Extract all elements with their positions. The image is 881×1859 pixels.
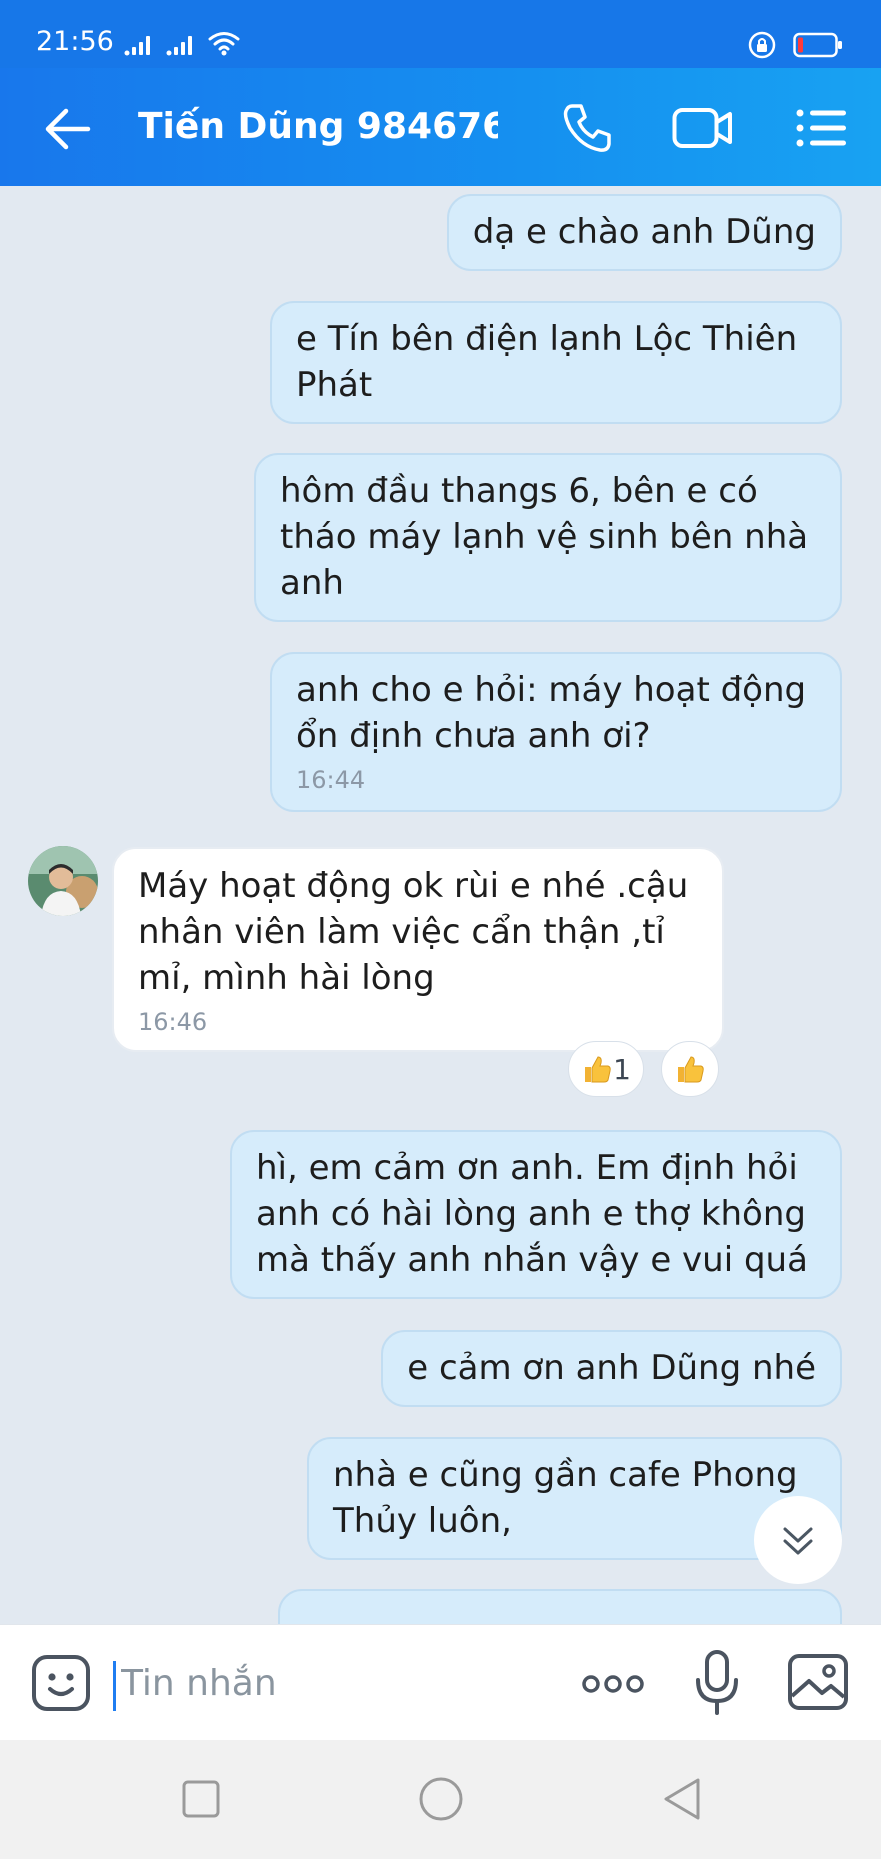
avatar-photo [28, 846, 98, 916]
voice-message-button[interactable] [692, 1649, 742, 1717]
signal-icon [166, 36, 192, 56]
system-navigation-bar [0, 1740, 881, 1859]
signal-icon [124, 36, 150, 56]
wifi-icon [208, 32, 240, 56]
message-text: nhà e cũng gần cafe Phong Thủy luôn, [333, 1455, 798, 1541]
message-text: Máy hoạt động ok rùi e nhé .cậu nhân viê… [138, 866, 689, 998]
square-icon [182, 1780, 220, 1818]
image-icon [788, 1654, 848, 1710]
circle-icon [419, 1777, 463, 1821]
emoji-button[interactable] [30, 1651, 94, 1715]
phone-icon [563, 104, 611, 152]
video-call-button[interactable] [671, 97, 735, 159]
arrow-left-icon [45, 108, 91, 150]
microphone-icon [696, 1650, 738, 1715]
gallery-button[interactable] [787, 1653, 849, 1711]
more-options-button[interactable] [580, 1667, 646, 1701]
status-icons-right [747, 30, 843, 60]
video-camera-icon [672, 108, 732, 148]
three-dots-icon [582, 1675, 644, 1693]
system-back-button[interactable] [650, 1768, 712, 1830]
text-cursor [113, 1661, 116, 1711]
contact-avatar[interactable] [28, 846, 98, 916]
menu-button[interactable] [790, 97, 854, 159]
message-text: hôm đầu thangs 6, bên e có tháo máy lạnh… [280, 471, 809, 603]
list-menu-icon [796, 109, 846, 147]
sticker-face-icon [32, 1655, 90, 1711]
message-composer [0, 1624, 881, 1741]
chat-header: Tiến Dũng 984676... [0, 68, 881, 186]
message-bubble-sent[interactable]: hì, em cảm ơn anh. Em định hỏi anh có hà… [230, 1130, 842, 1299]
message-bubble-sent[interactable]: e Tín bên điện lạnh Lộc Thiên Phát [270, 301, 842, 424]
message-text: e cảm ơn anh Dũng nhé [407, 1348, 816, 1388]
message-time: 16:44 [296, 766, 366, 794]
message-list[interactable]: dạ e chào anh Dũng e Tín bên điện lạnh L… [0, 186, 881, 1624]
message-text: hì, em cảm ơn anh. Em định hỏi anh có hà… [256, 1148, 808, 1280]
message-text: e Tín bên điện lạnh Lộc Thiên Phát [296, 319, 798, 405]
message-bubble-sent[interactable]: e cảm ơn anh Dũng nhé [381, 1330, 842, 1407]
recent-apps-button[interactable] [170, 1768, 232, 1830]
thumbs-up-icon [678, 1056, 704, 1083]
status-bar: 21:56 [0, 0, 881, 68]
message-text: dạ e chào anh Dũng [472, 212, 816, 252]
add-reaction-button[interactable] [661, 1041, 719, 1097]
battery-icon [793, 32, 842, 58]
message-text: anh cho e hỏi: máy hoạt động ổn định chư… [296, 670, 807, 756]
status-time: 21:56 [36, 26, 114, 57]
double-chevron-down-icon [783, 1527, 813, 1555]
message-time: 16:46 [138, 1008, 208, 1036]
contact-name[interactable]: Tiến Dũng 984676... [138, 104, 498, 149]
thumbs-up-icon [585, 1056, 611, 1083]
lock-rotation-icon [748, 31, 776, 59]
back-button[interactable] [38, 103, 96, 155]
scroll-down-button[interactable] [754, 1496, 842, 1584]
status-icons-left [124, 30, 240, 56]
message-bubble-sent[interactable]: hôm đầu thangs 6, bên e có tháo máy lạnh… [254, 453, 842, 622]
reaction-count: 1 [613, 1052, 631, 1086]
message-input[interactable] [121, 1651, 541, 1715]
reaction-count-badge[interactable]: 1 [568, 1041, 644, 1097]
call-button[interactable] [556, 97, 620, 159]
message-bubble-sent[interactable]: dạ e chào anh Dũng [446, 194, 842, 271]
message-bubble-sent-partial[interactable] [278, 1589, 842, 1624]
message-bubble-received[interactable]: Máy hoạt động ok rùi e nhé .cậu nhân viê… [112, 847, 724, 1052]
message-bubble-sent[interactable]: anh cho e hỏi: máy hoạt động ổn định chư… [270, 652, 842, 812]
triangle-back-icon [664, 1778, 700, 1820]
home-button[interactable] [410, 1768, 472, 1830]
